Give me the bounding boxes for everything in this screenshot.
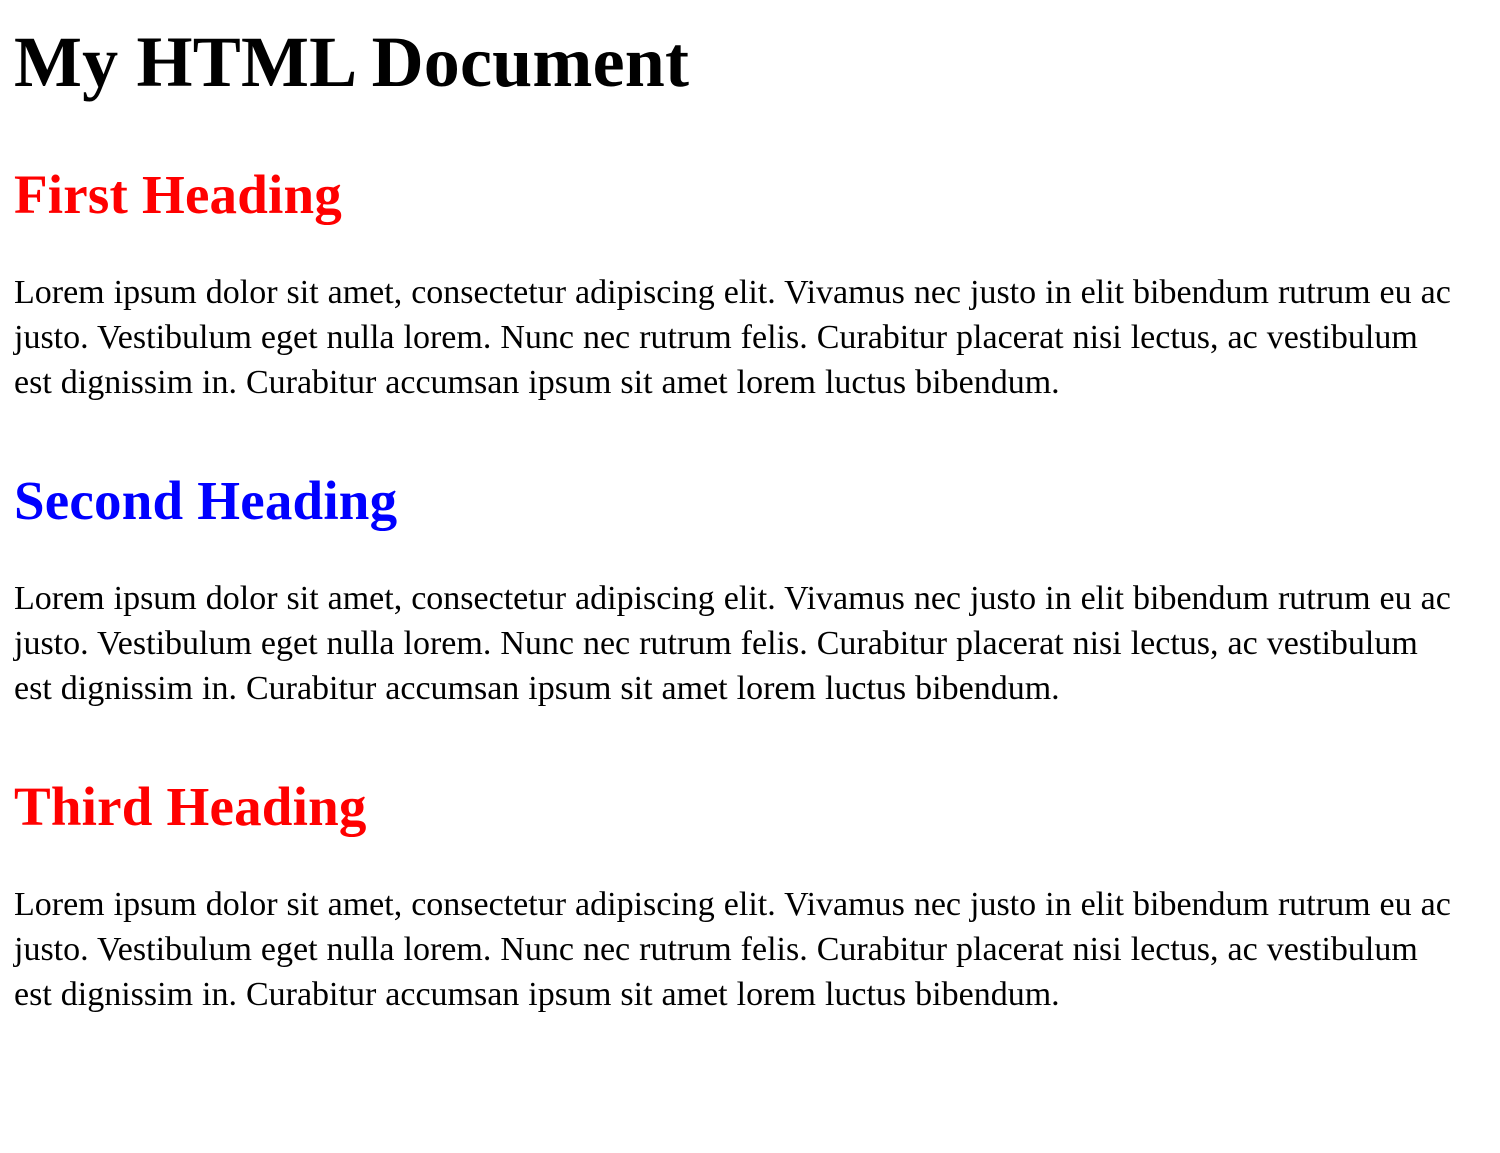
document-body: My HTML Document First Heading Lorem ips… [0, 0, 1500, 1153]
section-paragraph-second: Lorem ipsum dolor sit amet, consectetur … [14, 580, 1451, 708]
page-title: My HTML Document [14, 22, 690, 102]
document-section-first: First Heading Lorem ipsum dolor sit amet… [14, 99, 1486, 405]
section-paragraph-first: Lorem ipsum dolor sit amet, consectetur … [14, 274, 1451, 402]
section-paragraph-third: Lorem ipsum dolor sit amet, consectetur … [14, 886, 1451, 1014]
document-section-third: Third Heading Lorem ipsum dolor sit amet… [14, 711, 1486, 1017]
section-heading-first: First Heading [14, 164, 343, 226]
section-heading-third: Third Heading [14, 776, 367, 838]
section-heading-second: Second Heading [14, 470, 398, 532]
document-section-second: Second Heading Lorem ipsum dolor sit ame… [14, 405, 1486, 711]
